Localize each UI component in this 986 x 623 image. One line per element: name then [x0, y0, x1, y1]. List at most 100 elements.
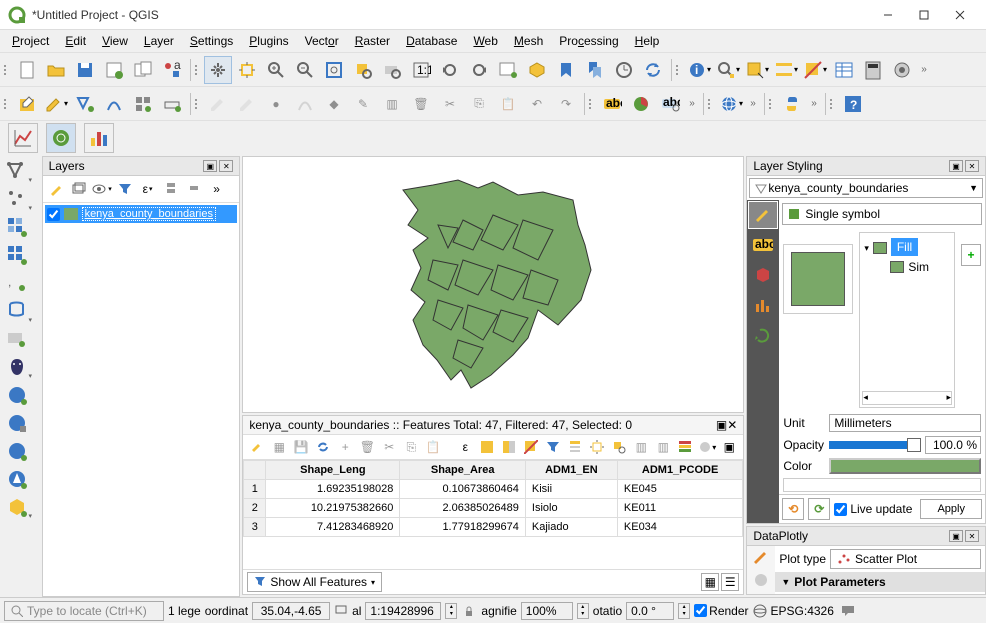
labels-tab-icon[interactable]: abc [749, 232, 777, 258]
toggle-editing-icon[interactable] [204, 90, 232, 118]
history-tab-icon[interactable] [749, 322, 777, 348]
modify-attrs-icon[interactable]: ▥ [378, 90, 406, 118]
col-header[interactable]: ADM1_EN [525, 461, 617, 480]
help-icon[interactable]: ? [839, 90, 867, 118]
select-by-expression-icon[interactable]: ε [455, 437, 475, 457]
col-header[interactable]: Shape_Area [400, 461, 526, 480]
refresh-icon[interactable] [639, 56, 667, 84]
scrollbar[interactable]: ◂▸ [862, 391, 952, 405]
open-attribute-table-icon[interactable] [830, 56, 858, 84]
lock-scale-icon[interactable] [461, 603, 477, 619]
add-point-icon[interactable]: ▾ [2, 186, 32, 212]
undock-icon[interactable]: ▣ [949, 160, 963, 172]
new-3d-view-icon[interactable] [523, 56, 551, 84]
apply-button[interactable]: Apply [920, 499, 982, 519]
zoom-next-icon[interactable] [465, 56, 493, 84]
3dview-tab-icon[interactable] [749, 262, 777, 288]
paste-icon[interactable]: 📋 [423, 437, 443, 457]
table-row[interactable]: 11.692351980280.10673860464KisiiKE045 [244, 480, 743, 499]
menu-project[interactable]: Project [4, 32, 57, 50]
add-wfs-icon[interactable] [2, 438, 32, 464]
close-panel-icon[interactable]: ✕ [965, 160, 979, 172]
live-update-checkbox[interactable]: Live update [834, 502, 916, 516]
pan-to-selected-icon[interactable] [587, 437, 607, 457]
new-field-icon[interactable]: ▥ [631, 437, 651, 457]
toolbar-handle[interactable] [676, 59, 682, 81]
maximize-button[interactable] [906, 0, 942, 30]
symbology-tab-icon[interactable] [749, 202, 777, 228]
new-shapefile-icon[interactable] [71, 90, 99, 118]
reload-icon[interactable] [313, 437, 333, 457]
minimize-button[interactable] [870, 0, 906, 30]
show-bookmarks-icon[interactable] [581, 56, 609, 84]
paste-features-icon[interactable]: 📋 [494, 90, 522, 118]
highlight-label-icon[interactable]: abc [656, 90, 684, 118]
copy-features-icon[interactable]: ⎘ [465, 90, 493, 118]
dataplotly-icon[interactable] [46, 123, 76, 153]
statistics-icon[interactable] [84, 123, 114, 153]
color-picker[interactable] [829, 458, 981, 474]
zoom-in-icon[interactable] [262, 56, 290, 84]
symbol-mode-select[interactable]: Single symbol [782, 203, 982, 225]
menu-edit[interactable]: Edit [57, 32, 94, 50]
select-by-value-icon[interactable]: ▾ [772, 56, 800, 84]
messages-icon[interactable] [838, 601, 858, 621]
scrollbar[interactable] [783, 478, 981, 492]
history-forward-icon[interactable]: ⟳ [808, 498, 830, 520]
save-edits-icon[interactable] [233, 90, 261, 118]
web-icon[interactable]: ▾ [717, 90, 745, 118]
zoom-full-icon[interactable] [320, 56, 348, 84]
plot-type-select[interactable]: Scatter Plot [830, 549, 981, 569]
delete-selected-icon[interactable]: 🗑 [357, 437, 377, 457]
pan-to-selection-icon[interactable] [233, 56, 261, 84]
menu-help[interactable]: Help [627, 32, 668, 50]
toolbar-overflow[interactable]: » [807, 90, 821, 118]
layer-visibility-checkbox[interactable] [47, 208, 60, 221]
deselect-all-icon[interactable]: ▾ [801, 56, 829, 84]
label-toolbar-icon[interactable]: abc [598, 90, 626, 118]
toolbar-handle[interactable] [708, 93, 714, 115]
field-calculator-icon[interactable] [859, 56, 887, 84]
identify-icon[interactable]: i▾ [685, 56, 713, 84]
save-edits-icon[interactable]: 💾 [291, 437, 311, 457]
add-arcgis-icon[interactable] [2, 466, 32, 492]
styling-layer-select[interactable]: kenya_county_boundaries ▼ [749, 178, 983, 198]
toolbar-handle[interactable] [195, 59, 201, 81]
digitize-icon[interactable] [100, 90, 128, 118]
undock-icon[interactable]: ▣ [949, 530, 963, 542]
move-selection-top-icon[interactable] [565, 437, 585, 457]
menu-layer[interactable]: Layer [136, 32, 182, 50]
zoom-to-layer-icon[interactable] [378, 56, 406, 84]
menu-raster[interactable]: Raster [347, 32, 398, 50]
table-view-icon[interactable]: ▦ [701, 573, 719, 591]
temporal-controller-icon[interactable] [610, 56, 638, 84]
toolbox-icon[interactable] [888, 56, 916, 84]
attribute-grid[interactable]: Shape_Leng Shape_Area ADM1_EN ADM1_PCODE… [243, 460, 743, 569]
add-feature-icon[interactable]: + [335, 437, 355, 457]
show-all-features-button[interactable]: Show All Features ▾ [247, 572, 382, 592]
manage-visibility-icon[interactable]: ▾ [91, 178, 113, 200]
delete-selected-icon[interactable]: 🗑 [407, 90, 435, 118]
dock-icon[interactable]: ▣ [719, 437, 739, 457]
plotly-settings-icon[interactable] [752, 548, 770, 569]
redo-icon[interactable]: ↷ [552, 90, 580, 118]
close-panel-icon[interactable]: ✕ [727, 418, 737, 432]
col-header[interactable]: ADM1_PCODE [617, 461, 742, 480]
menu-processing[interactable]: Processing [551, 32, 626, 50]
mag-spinner[interactable]: ▴▾ [577, 603, 589, 619]
select-features-icon[interactable]: ▾ [743, 56, 771, 84]
layer-name[interactable]: kenya_county_boundaries [82, 207, 216, 221]
add-virtual-layer-icon[interactable] [2, 326, 32, 352]
cut-features-icon[interactable]: ✂ [436, 90, 464, 118]
add-polygon-icon[interactable]: ◆ [320, 90, 348, 118]
style-manager-icon[interactable]: a [158, 56, 186, 84]
add-delimited-text-icon[interactable]: , [2, 270, 32, 296]
zoom-to-selected-icon[interactable] [609, 437, 629, 457]
scale-spinner[interactable]: ▴▾ [445, 603, 457, 619]
plot-chart-icon[interactable] [8, 123, 38, 153]
locator-input[interactable]: Type to locate (Ctrl+K) [4, 601, 164, 621]
layout-manager-icon[interactable] [129, 56, 157, 84]
add-symbol-layer-button[interactable]: + [961, 244, 981, 266]
filter-expression-icon[interactable]: ε▾ [137, 178, 159, 200]
rotation-field[interactable]: 0.0 ° [626, 602, 674, 620]
